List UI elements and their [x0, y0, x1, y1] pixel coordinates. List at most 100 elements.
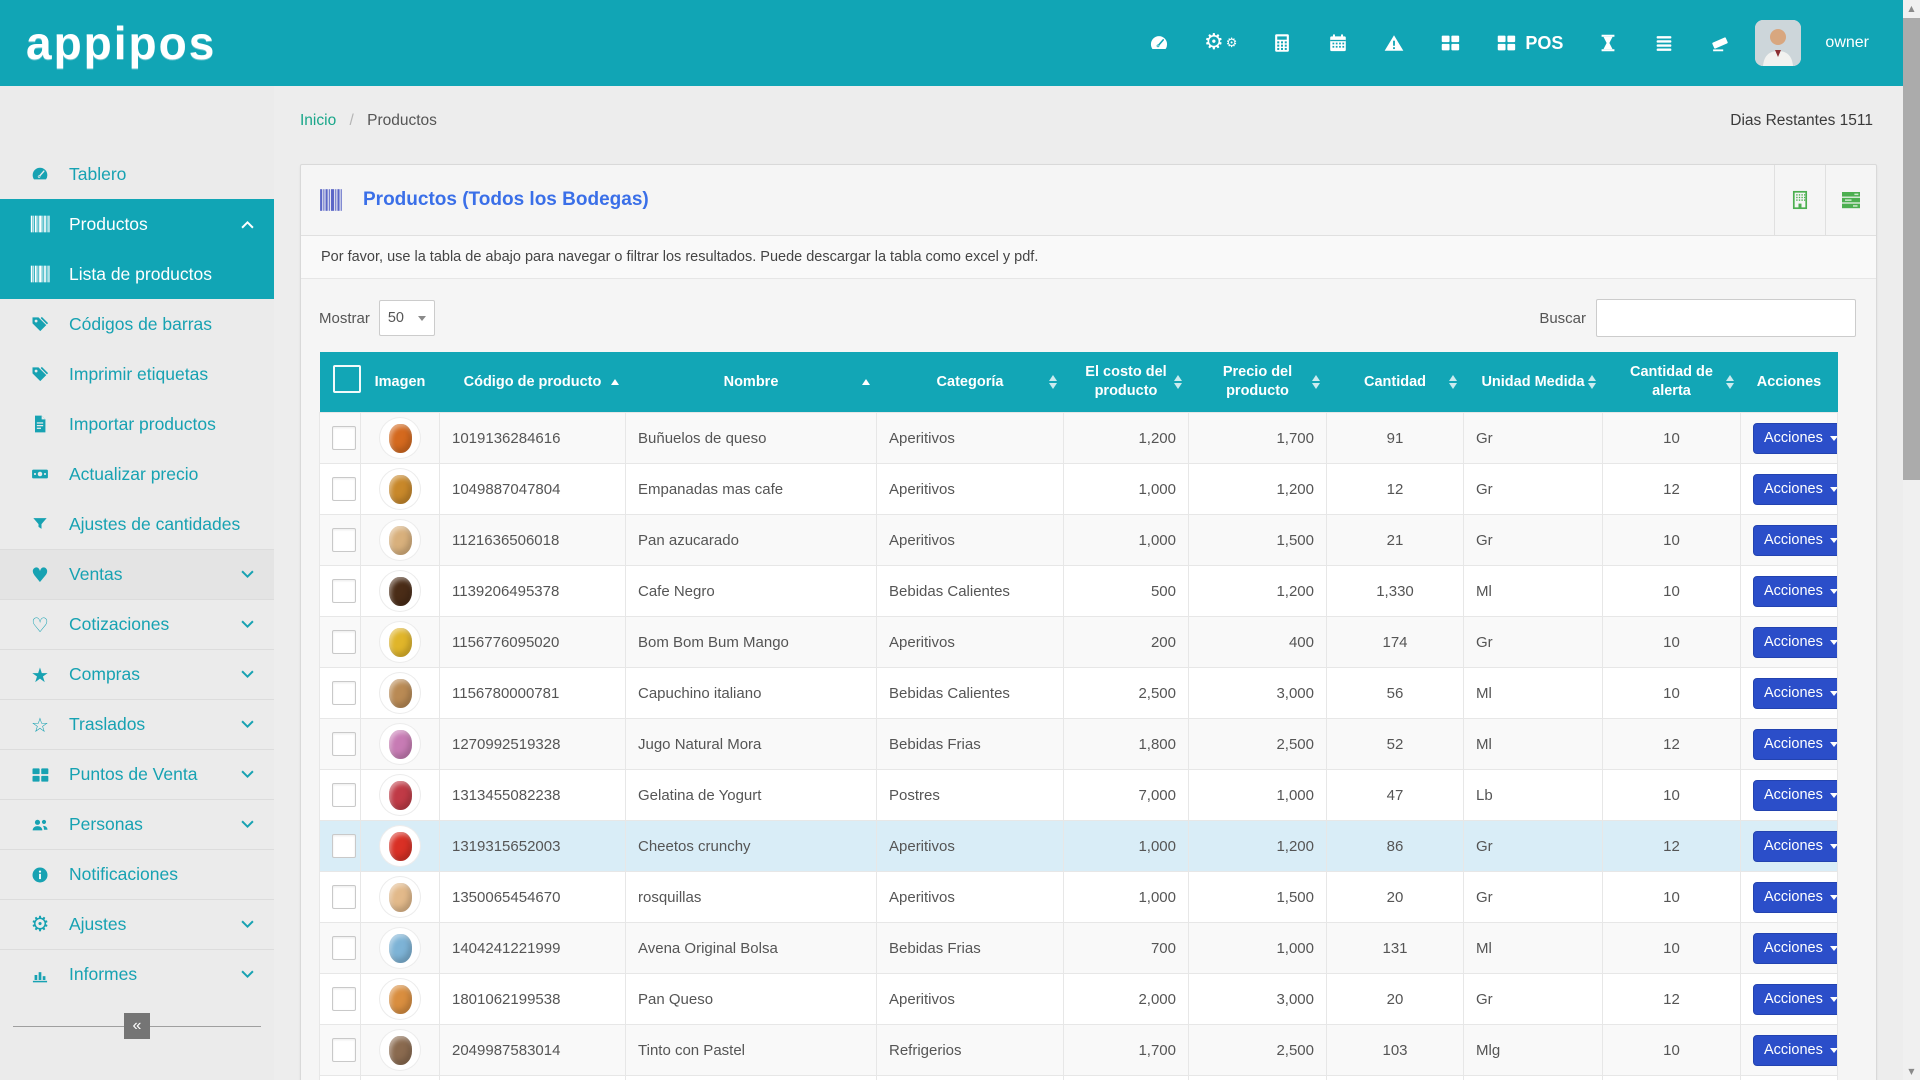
product-price: 1,000: [1276, 787, 1314, 804]
product-quantity: 20: [1387, 991, 1404, 1008]
row-checkbox[interactable]: [332, 426, 356, 450]
scroll-up-arrow[interactable]: ▲: [1903, 0, 1920, 17]
sidebar-item-personas[interactable]: Personas: [0, 799, 274, 849]
user-avatar[interactable]: [1755, 20, 1801, 66]
actions-button[interactable]: Acciones: [1753, 984, 1838, 1015]
warehouse-building-icon[interactable]: [1774, 165, 1825, 235]
actions-button[interactable]: Acciones: [1753, 576, 1838, 607]
actions-button[interactable]: Acciones: [1753, 1035, 1838, 1066]
column-header-el-costo-del-producto[interactable]: El costo del producto: [1064, 352, 1189, 413]
row-checkbox[interactable]: [332, 681, 356, 705]
product-alert-quantity: 10: [1663, 583, 1680, 600]
sidebar-item-traslados[interactable]: ☆Traslados: [0, 699, 274, 749]
tags-icon: [26, 314, 54, 334]
actions-button[interactable]: Acciones: [1753, 474, 1838, 505]
sidebar-item-codigos-de-barras[interactable]: Códigos de barras: [0, 299, 274, 349]
sidebar-collapse-button[interactable]: «: [124, 1013, 150, 1039]
sidebar-item-ajustes-de-cantidades[interactable]: Ajustes de cantidades: [0, 499, 274, 549]
warning-icon[interactable]: [1383, 32, 1405, 54]
product-code: 1801062199538: [452, 991, 560, 1008]
sidebar-item-label: Personas: [69, 814, 241, 835]
sort-ascending-icon: [611, 379, 619, 385]
product-name: rosquillas: [638, 889, 701, 906]
actions-label: Acciones: [1764, 430, 1823, 446]
actions-button[interactable]: Acciones: [1753, 933, 1838, 964]
scrollbar-thumb[interactable]: [1903, 18, 1920, 480]
column-header-cantidad-de-alerta[interactable]: Cantidad de alerta: [1603, 352, 1741, 413]
eraser-icon[interactable]: [1709, 32, 1731, 54]
user-name[interactable]: owner: [1825, 34, 1869, 52]
sidebar-item-informes[interactable]: Informes: [0, 949, 274, 999]
hourglass-icon[interactable]: [1597, 32, 1619, 54]
page-title: Productos (Todos los Bodegas): [363, 189, 1774, 211]
calendar-icon[interactable]: [1327, 32, 1349, 54]
table-row: 1270992519328 Jugo Natural Mora Bebidas …: [320, 719, 1838, 770]
row-checkbox[interactable]: [332, 630, 356, 654]
dashboard-icon[interactable]: [1148, 32, 1170, 54]
grid-icon[interactable]: [1439, 32, 1461, 54]
column-header-categoria[interactable]: Categoría: [877, 352, 1064, 413]
row-checkbox[interactable]: [332, 885, 356, 909]
scrollbar: ▲ ▼: [1903, 0, 1920, 1080]
actions-button[interactable]: Acciones: [1753, 831, 1838, 862]
chevron-down-icon: [241, 970, 254, 979]
scroll-down-arrow[interactable]: ▼: [1903, 1063, 1920, 1080]
actions-button[interactable]: Acciones: [1753, 627, 1838, 658]
row-checkbox[interactable]: [332, 1038, 356, 1062]
actions-button[interactable]: Acciones: [1753, 525, 1838, 556]
breadcrumb-current: Productos: [367, 112, 437, 129]
row-checkbox[interactable]: [332, 579, 356, 603]
row-checkbox[interactable]: [332, 987, 356, 1011]
product-alert-quantity: 12: [1663, 481, 1680, 498]
sidebar-item-importar-productos[interactable]: Importar productos: [0, 399, 274, 449]
product-price: 2,500: [1276, 1042, 1314, 1059]
row-checkbox[interactable]: [332, 477, 356, 501]
column-header-precio-del-producto[interactable]: Precio del producto: [1189, 352, 1327, 413]
sidebar-item-ajustes[interactable]: ⚙Ajustes: [0, 899, 274, 949]
actions-button[interactable]: Acciones: [1753, 423, 1838, 454]
row-checkbox[interactable]: [332, 834, 356, 858]
breadcrumb-home-link[interactable]: Inicio: [300, 112, 336, 129]
sidebar-item-cotizaciones[interactable]: ♡Cotizaciones: [0, 599, 274, 649]
product-category: Bebidas Calientes: [889, 685, 1010, 702]
sidebar-item-imprimir-etiquetas[interactable]: Imprimir etiquetas: [0, 349, 274, 399]
sidebar-item-compras[interactable]: ★Compras: [0, 649, 274, 699]
page-size-select[interactable]: 50: [379, 300, 435, 336]
pos-icon[interactable]: POS: [1495, 32, 1563, 54]
column-header-cantidad[interactable]: Cantidad: [1327, 352, 1464, 413]
list-icon[interactable]: [1653, 32, 1675, 54]
product-alert-quantity: 10: [1663, 940, 1680, 957]
row-checkbox[interactable]: [332, 783, 356, 807]
heart-outline-icon: ♡: [26, 615, 54, 635]
sidebar-item-tablero[interactable]: Tablero: [0, 149, 274, 199]
search-input[interactable]: [1596, 299, 1856, 337]
product-category: Aperitivos: [889, 430, 955, 447]
column-header-nombre[interactable]: Nombre: [626, 352, 877, 413]
days-remaining: Dias Restantes 1511: [1730, 112, 1873, 130]
sidebar-item-lista-de-productos[interactable]: Lista de productos: [0, 249, 274, 299]
calculator-icon[interactable]: [1271, 32, 1293, 54]
table-row: 1319315652003 Cheetos crunchy Aperitivos…: [320, 821, 1838, 872]
column-header-codigo-de-producto[interactable]: Código de producto: [440, 352, 626, 413]
table-row: 1156776095020 Bom Bom Bum Mango Aperitiv…: [320, 617, 1838, 668]
sidebar-item-actualizar-precio[interactable]: Actualizar precio: [0, 449, 274, 499]
actions-button[interactable]: Acciones: [1753, 882, 1838, 913]
product-category: Bebidas Calientes: [889, 583, 1010, 600]
row-checkbox[interactable]: [332, 732, 356, 756]
select-all-checkbox[interactable]: [333, 365, 361, 393]
column-header-unidad-medida[interactable]: Unidad Medida: [1464, 352, 1603, 413]
app-logo[interactable]: appipos: [26, 16, 216, 70]
sidebar-item-ventas[interactable]: ♥Ventas: [0, 549, 274, 599]
actions-button[interactable]: Acciones: [1753, 780, 1838, 811]
row-checkbox[interactable]: [332, 528, 356, 552]
actions-button[interactable]: Acciones: [1753, 729, 1838, 760]
cogs-icon[interactable]: ⚙⚙: [1204, 32, 1237, 54]
product-name: Jugo Natural Mora: [638, 736, 761, 753]
sidebar-item-productos[interactable]: Productos: [0, 199, 274, 249]
sidebar-item-notificaciones[interactable]: Notificaciones: [0, 849, 274, 899]
stacked-list-icon[interactable]: [1825, 165, 1876, 235]
sidebar-item-puntos-de-venta[interactable]: Puntos de Venta: [0, 749, 274, 799]
product-unit: Gr: [1476, 532, 1493, 549]
row-checkbox[interactable]: [332, 936, 356, 960]
actions-button[interactable]: Acciones: [1753, 678, 1838, 709]
